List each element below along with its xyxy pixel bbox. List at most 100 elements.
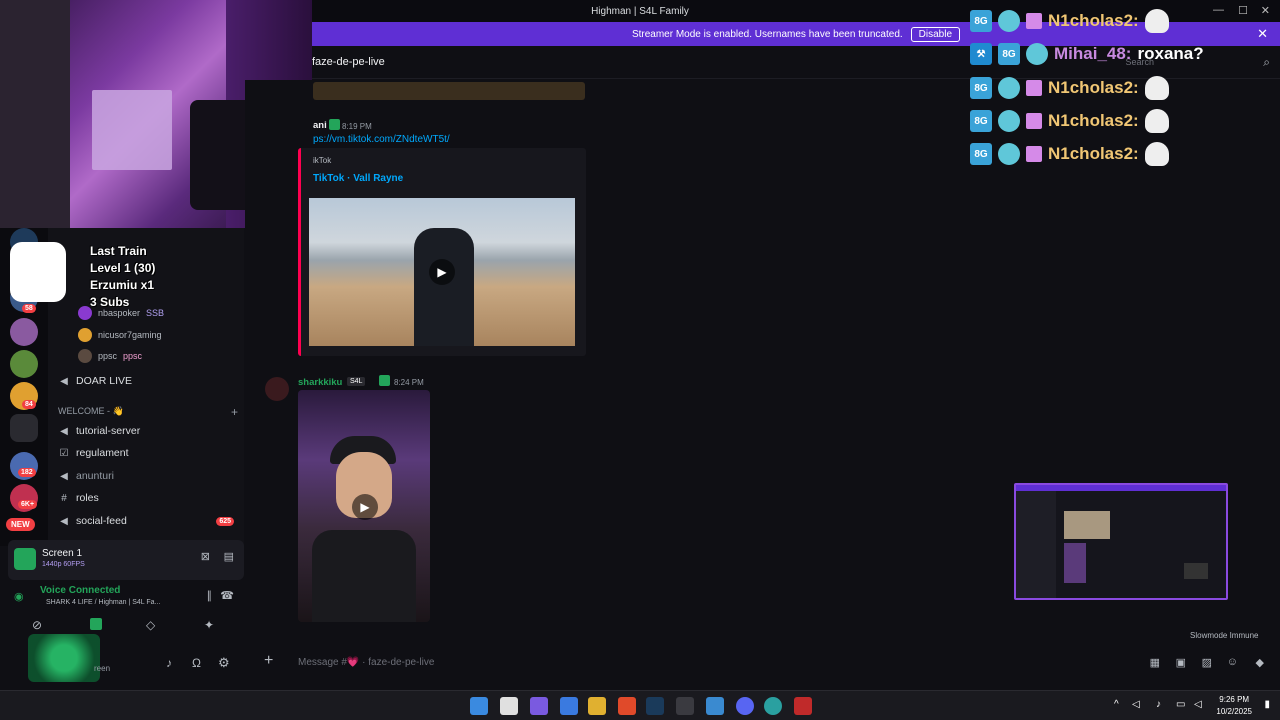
channel-label: DOAR LIVE bbox=[76, 375, 133, 387]
embed-title[interactable]: TikTok · Vall Rayne bbox=[313, 173, 403, 184]
krisp-icon[interactable]: ✦ bbox=[204, 618, 214, 632]
channel-item-tutorial-server[interactable]: ◀ tutorial-server bbox=[58, 425, 238, 437]
message-author[interactable]: sharkkiku bbox=[298, 377, 342, 388]
channel-item-social-feed[interactable]: ◀ social-feed 625 bbox=[58, 515, 238, 527]
hype-train-widget: Last Train Level 1 (30) Erzumiu x1 3 Sub… bbox=[10, 242, 180, 312]
gift-icon bbox=[1026, 113, 1042, 129]
emote-icon bbox=[1144, 142, 1169, 166]
soundboard-icon[interactable]: ∥ bbox=[207, 589, 213, 602]
disconnect-icon[interactable]: ☎ bbox=[220, 589, 234, 602]
activity-icon[interactable]: ◇ bbox=[146, 618, 155, 632]
notification-icon[interactable]: ▮ bbox=[1264, 699, 1270, 710]
server-badge: 84 bbox=[22, 400, 36, 409]
overlay-chat-row: 8G N1cholas2: bbox=[970, 9, 1169, 33]
message-time: 8:24 PM bbox=[394, 378, 424, 387]
train-level: Level 1 (30) bbox=[90, 261, 156, 275]
guild-tag: S4L bbox=[347, 377, 366, 386]
play-icon[interactable]: ▶ bbox=[352, 494, 378, 520]
search-taskbar-icon[interactable] bbox=[500, 697, 518, 715]
voice-location[interactable]: SHARK 4 LIFE / Highman | S4L Fa... bbox=[46, 599, 160, 606]
embed-video-thumbnail[interactable]: ▶ bbox=[309, 198, 575, 346]
server-icon[interactable] bbox=[10, 414, 38, 442]
gift-icon bbox=[1026, 146, 1042, 162]
category-welcome[interactable]: WELCOME - 👋 + bbox=[58, 405, 238, 419]
file-explorer-icon[interactable] bbox=[588, 697, 606, 715]
volume-icon[interactable]: ◁ bbox=[1194, 699, 1202, 710]
preview-image bbox=[1064, 511, 1110, 539]
xbox-icon[interactable] bbox=[676, 697, 694, 715]
badge-icon bbox=[998, 10, 1020, 32]
avatar bbox=[78, 328, 92, 342]
avatar bbox=[78, 349, 92, 363]
discord-icon[interactable] bbox=[736, 697, 754, 715]
stream-preview-thumbnail[interactable] bbox=[1014, 483, 1228, 600]
member-item[interactable]: ppsc ppsc bbox=[78, 349, 142, 363]
message-author[interactable]: ani bbox=[313, 120, 327, 131]
network-icon[interactable]: ▭ bbox=[1176, 699, 1185, 710]
badge-icon bbox=[998, 110, 1020, 132]
unread-badge: 625 bbox=[216, 517, 234, 526]
channel-item-doar-live[interactable]: ◀ DOAR LIVE bbox=[58, 375, 238, 387]
play-icon[interactable]: ▶ bbox=[429, 259, 455, 285]
badge-icon: 8G bbox=[970, 143, 992, 165]
hash-icon: # bbox=[61, 492, 67, 504]
member-name: nicusor7gaming bbox=[98, 330, 162, 340]
sticker-icon[interactable]: ▨ bbox=[1202, 656, 1212, 669]
chevron-up-icon[interactable]: ^ bbox=[1114, 699, 1119, 710]
category-label: WELCOME - 👋 bbox=[58, 406, 124, 416]
announcement-icon: ◀ bbox=[60, 425, 68, 437]
app-icon[interactable] bbox=[530, 697, 548, 715]
message-input[interactable]: Message #💗 · faze-de-pe-live bbox=[298, 657, 434, 668]
disable-button[interactable]: Disable bbox=[910, 26, 961, 42]
app-icon[interactable] bbox=[706, 697, 724, 715]
kick-icon bbox=[329, 119, 340, 130]
popout-icon[interactable]: ▤ bbox=[224, 550, 234, 563]
signal-icon: ◉ bbox=[14, 591, 24, 603]
app-launcher-icon[interactable]: ◆ bbox=[1256, 656, 1264, 669]
voice-status: Voice Connected bbox=[40, 585, 121, 596]
server-icon[interactable] bbox=[10, 350, 38, 378]
video-attachment[interactable]: ▶ bbox=[298, 390, 430, 622]
gift-icon[interactable]: ▦ bbox=[1150, 656, 1160, 669]
start-icon[interactable] bbox=[470, 697, 488, 715]
kick-icon bbox=[379, 375, 390, 386]
clock[interactable]: 9:26 PM 10/2/2025 bbox=[1216, 694, 1252, 718]
microphone-icon[interactable]: ♪ bbox=[1156, 699, 1161, 710]
add-channel-icon[interactable]: + bbox=[231, 405, 238, 419]
clock-date: 10/2/2025 bbox=[1216, 707, 1252, 716]
speaker-icon: ◀ bbox=[60, 375, 68, 387]
member-item[interactable]: nicusor7gaming bbox=[78, 328, 162, 342]
speaker-icon[interactable]: ◁ bbox=[1132, 699, 1140, 710]
gif-icon[interactable]: ▣ bbox=[1176, 656, 1186, 669]
channel-item-roles[interactable]: # roles bbox=[58, 492, 238, 504]
add-attachment-icon[interactable]: + bbox=[264, 652, 273, 670]
badge-icon: 8G bbox=[970, 10, 992, 32]
brave-icon[interactable] bbox=[618, 697, 636, 715]
server-icon[interactable] bbox=[10, 318, 38, 346]
microphone-icon[interactable]: ♪ bbox=[166, 656, 172, 670]
headphones-icon[interactable]: Ω bbox=[192, 656, 201, 670]
stop-stream-icon[interactable]: ⊠ bbox=[201, 550, 210, 563]
overlay-chat-row: ⚒ 8G Mihai_48: roxana? bbox=[970, 43, 1204, 65]
channel-item-anunturi[interactable]: ◀ anunturi bbox=[58, 470, 238, 482]
steam-icon[interactable] bbox=[646, 697, 664, 715]
screen-icon bbox=[14, 548, 36, 570]
screen-share-icon[interactable] bbox=[90, 618, 102, 630]
copilot-icon[interactable] bbox=[560, 697, 578, 715]
message-input-bar: + Message #💗 · faze-de-pe-live ▦ ▣ ▨ ☺ ◆ bbox=[256, 648, 1274, 678]
channel-item-regulament[interactable]: ☑ regulament bbox=[58, 447, 238, 459]
channel-label: social-feed bbox=[76, 515, 127, 527]
overlay-message: roxana? bbox=[1137, 44, 1204, 63]
camera-off-icon[interactable]: ⊘ bbox=[32, 618, 42, 632]
app-icon[interactable] bbox=[794, 697, 812, 715]
emote-icon bbox=[1144, 9, 1169, 33]
avatar[interactable] bbox=[265, 377, 289, 401]
app-icon[interactable] bbox=[764, 697, 782, 715]
emoji-icon[interactable]: ☺ bbox=[1227, 656, 1238, 668]
settings-icon[interactable]: ⚙ bbox=[218, 655, 230, 671]
screen-title: Screen 1 bbox=[42, 548, 83, 559]
channel-label: roles bbox=[76, 492, 99, 504]
taskbar: ^ ◁ ♪ ▭ ◁ 9:26 PM 10/2/2025 ▮ bbox=[0, 690, 1280, 720]
message-link[interactable]: ps://vm.tiktok.com/ZNdteWT5t/ bbox=[313, 134, 450, 145]
user-bar: ⊘ ◇ ✦ reen ♪ Ω ⚙ bbox=[8, 618, 244, 682]
